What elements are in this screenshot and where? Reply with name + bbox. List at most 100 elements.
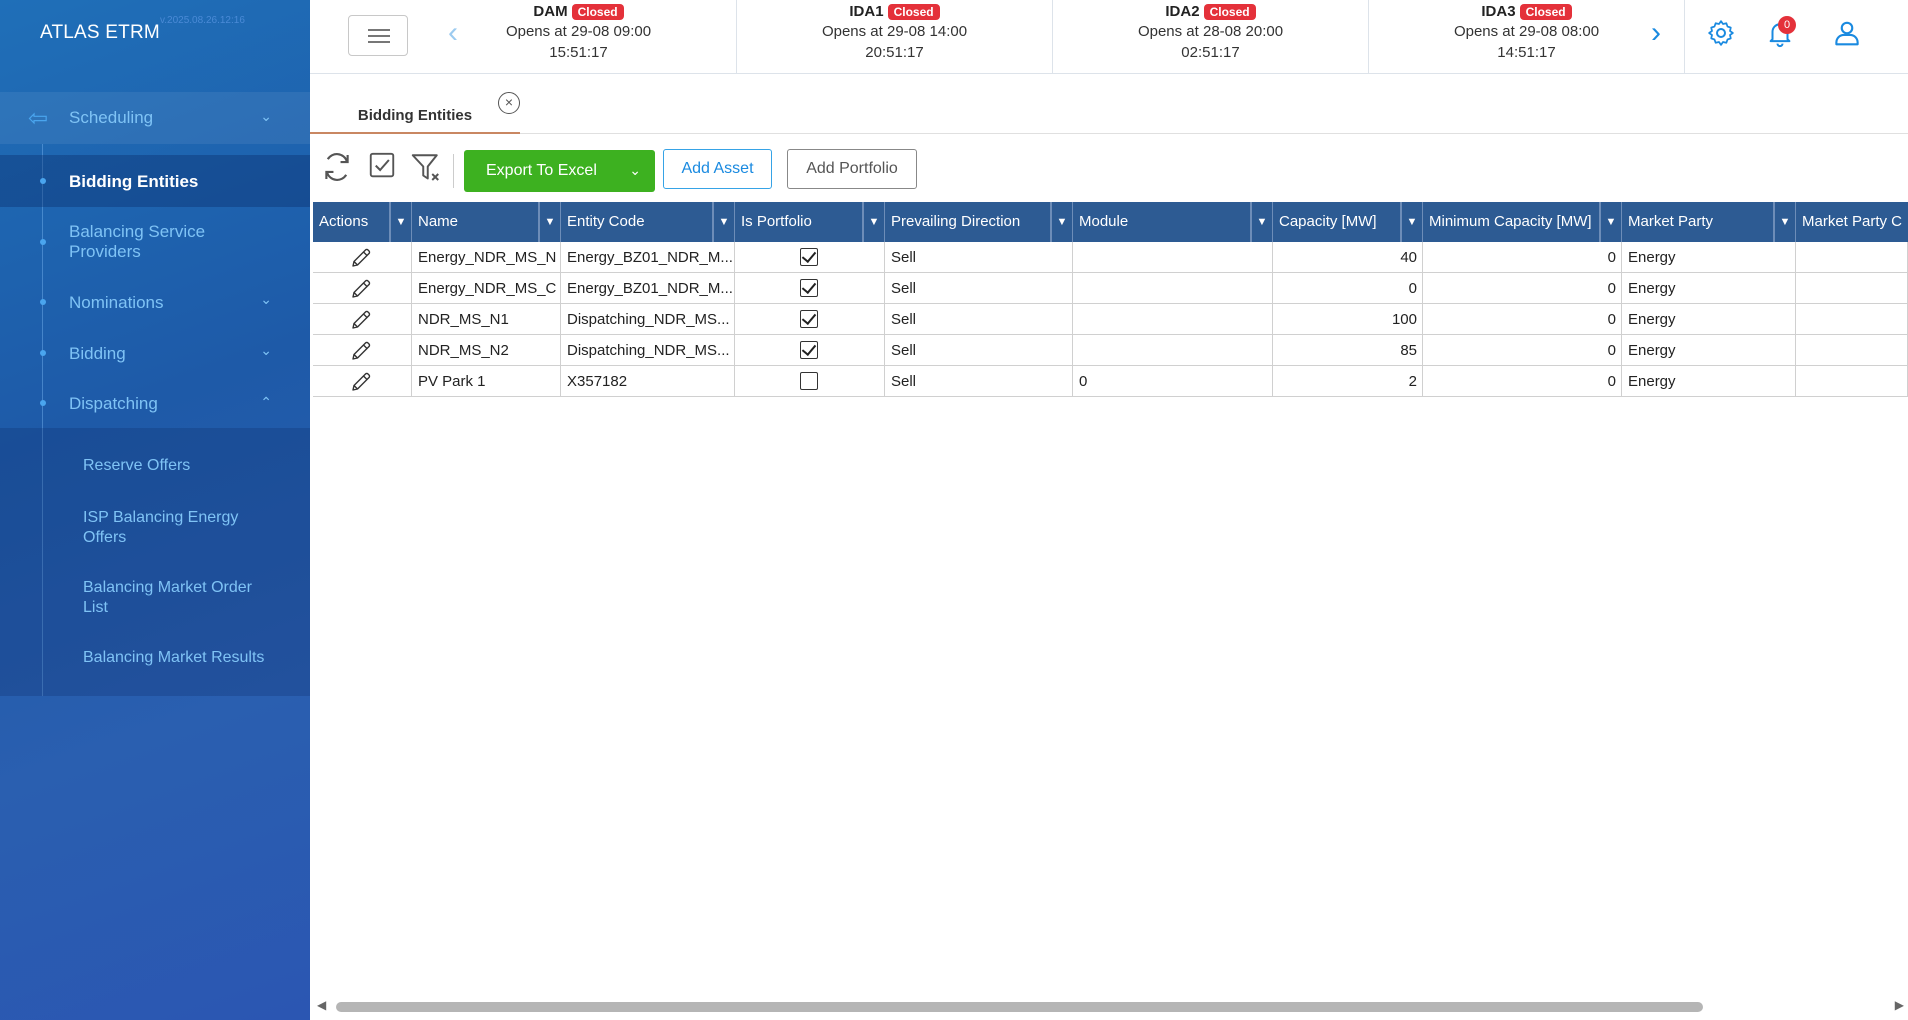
refresh-icon[interactable] (320, 150, 354, 184)
bullet-icon (40, 178, 46, 184)
grid-header: Actions ▼ Name ▼ Entity Code ▼ Is Portfo… (313, 202, 1908, 242)
sidebar-item-label: Dispatching (69, 394, 158, 413)
scroll-right-icon[interactable]: ▶ (1895, 998, 1904, 1012)
market-opens: Opens at 29-08 08:00 (1453, 23, 1600, 40)
filter-icon[interactable]: ▼ (1051, 202, 1073, 242)
filter-icon[interactable]: ▼ (1600, 202, 1622, 242)
market-name: IDA2 (1165, 3, 1200, 20)
app-version: v.2025.08.26.12:16 (160, 15, 245, 26)
chevron-right-icon[interactable]: › (1651, 16, 1661, 50)
filter-icon[interactable]: ▼ (1251, 202, 1273, 242)
gear-icon[interactable] (1706, 18, 1736, 48)
market-opens: Opens at 29-08 14:00 (821, 23, 968, 40)
app-title: ATLAS ETRM (40, 22, 160, 43)
portfolio-checkbox[interactable] (800, 279, 818, 297)
scroll-left-icon[interactable]: ◀ (317, 998, 326, 1012)
column-header-module[interactable]: Module (1073, 202, 1251, 242)
portfolio-checkbox[interactable] (800, 248, 818, 266)
sidebar-item-balancing-service-providers[interactable]: Balancing Service Providers (0, 213, 310, 271)
status-badge: Closed (1519, 4, 1572, 20)
chevron-down-icon[interactable]: ⌄ (629, 162, 641, 179)
sidebar-item-scheduling[interactable]: ⇦ Scheduling ⌄ (0, 92, 310, 144)
sidebar-subitem-isp-balancing[interactable]: ISP Balancing Energy Offers (83, 508, 273, 548)
pencil-icon[interactable] (349, 339, 373, 363)
chevron-down-icon: ⌄ (260, 108, 272, 124)
sidebar-subitem-market-results[interactable]: Balancing Market Results (83, 649, 264, 667)
filter-icon[interactable]: ▼ (1401, 202, 1423, 242)
column-header-is-portfolio[interactable]: Is Portfolio (735, 202, 863, 242)
filter-icon[interactable]: ▼ (713, 202, 735, 242)
filter-icon[interactable]: ▼ (1774, 202, 1796, 242)
name-cell: NDR_MS_N2 (412, 335, 561, 366)
table-row[interactable]: NDR_MS_N1 Dispatching_NDR_MS... Sell 100 0 En… (313, 304, 1908, 335)
direction-cell: Sell (885, 242, 1073, 273)
close-icon[interactable]: × (498, 92, 520, 114)
market-party-c-cell (1796, 242, 1908, 273)
market-party-c-cell (1796, 273, 1908, 304)
filter-icon[interactable]: ▼ (390, 202, 412, 242)
capacity-cell: 0 (1273, 273, 1423, 304)
table-row[interactable]: Energy_NDR_MS_C Energy_BZ01_NDR_M... Sell 0… (313, 273, 1908, 304)
table-row[interactable]: NDR_MS_N2 Dispatching_NDR_MS... Sell 85 0 Ene… (313, 335, 1908, 366)
back-arrow-icon[interactable]: ⇦ (28, 104, 48, 133)
market-name: DAM (533, 3, 568, 20)
name-cell: Energy_NDR_MS_C (412, 273, 561, 304)
min-capacity-cell: 0 (1423, 242, 1622, 273)
scrollbar-thumb[interactable] (336, 1002, 1703, 1012)
min-capacity-cell: 0 (1423, 335, 1622, 366)
portfolio-checkbox[interactable] (800, 372, 818, 390)
sidebar-item-label: Nominations (69, 293, 164, 312)
column-header-entity-code[interactable]: Entity Code (561, 202, 713, 242)
sidebar-submenu: Reserve Offers ISP Balancing Energy Offe… (0, 428, 310, 696)
add-asset-button[interactable]: Add Asset (663, 149, 772, 189)
filter-icon[interactable]: ▼ (539, 202, 561, 242)
chevron-down-icon: ⌄ (260, 291, 272, 307)
column-header-prevailing-direction[interactable]: Prevailing Direction (885, 202, 1051, 242)
market-countdown: 14:51:17 (1497, 44, 1556, 61)
column-header-min-capacity[interactable]: Minimum Capacity [MW] (1423, 202, 1600, 242)
hamburger-menu-button[interactable] (348, 15, 408, 56)
bullet-icon (40, 400, 46, 406)
table-row[interactable]: Energy_NDR_MS_N Energy_BZ01_NDR_M... Sell 4… (313, 242, 1908, 273)
market-countdown: 02:51:17 (1181, 44, 1240, 61)
status-badge: Closed (887, 4, 940, 20)
horizontal-scrollbar[interactable]: ◀ ▶ (313, 998, 1908, 1014)
sidebar-item-label: Bidding Entities (69, 172, 199, 191)
pencil-icon[interactable] (349, 246, 373, 270)
checkbox-icon[interactable] (367, 150, 397, 180)
market-party-cell: Energy (1622, 335, 1796, 366)
pencil-icon[interactable] (349, 308, 373, 332)
portfolio-checkbox[interactable] (800, 341, 818, 359)
column-header-actions[interactable]: Actions (313, 202, 390, 242)
column-header-market-party-c[interactable]: Market Party C (1796, 202, 1908, 242)
portfolio-checkbox[interactable] (800, 310, 818, 328)
sidebar-item-dispatching[interactable]: Dispatching ⌃ (0, 386, 310, 420)
sidebar-item-label: Scheduling (69, 108, 154, 127)
add-portfolio-button[interactable]: Add Portfolio (787, 149, 917, 189)
chevron-down-icon: ⌄ (260, 342, 272, 358)
module-cell (1073, 335, 1273, 366)
sidebar-subitem-order-list[interactable]: Balancing Market Order List (83, 578, 273, 618)
grid-toolbar: Export To Excel ⌄ Add Asset Add Portfoli… (310, 134, 1908, 202)
min-capacity-cell: 0 (1423, 304, 1622, 335)
filter-clear-icon[interactable] (409, 150, 445, 186)
filter-icon[interactable]: ▼ (863, 202, 885, 242)
table-row[interactable]: PV Park 1 X357182 Sell 0 2 0 Energy (313, 366, 1908, 397)
column-header-name[interactable]: Name (412, 202, 539, 242)
user-icon[interactable] (1832, 18, 1862, 48)
min-capacity-cell: 0 (1423, 366, 1622, 397)
sidebar-item-label: Balancing Service Providers (69, 222, 206, 261)
column-header-market-party[interactable]: Market Party (1622, 202, 1774, 242)
tab-bidding-entities[interactable]: Bidding Entities (310, 98, 520, 134)
column-header-capacity[interactable]: Capacity [MW] (1273, 202, 1401, 242)
capacity-cell: 2 (1273, 366, 1423, 397)
sidebar-item-bidding[interactable]: Bidding ⌄ (0, 336, 310, 370)
sidebar-item-bidding-entities[interactable]: Bidding Entities (0, 155, 310, 207)
sidebar-item-nominations[interactable]: Nominations ⌄ (0, 285, 310, 319)
sidebar-subitem-reserve-offers[interactable]: Reserve Offers (83, 457, 190, 475)
export-to-excel-button[interactable]: Export To Excel ⌄ (464, 150, 655, 192)
name-cell: NDR_MS_N1 (412, 304, 561, 335)
pencil-icon[interactable] (349, 370, 373, 394)
pencil-icon[interactable] (349, 277, 373, 301)
capacity-cell: 100 (1273, 304, 1423, 335)
